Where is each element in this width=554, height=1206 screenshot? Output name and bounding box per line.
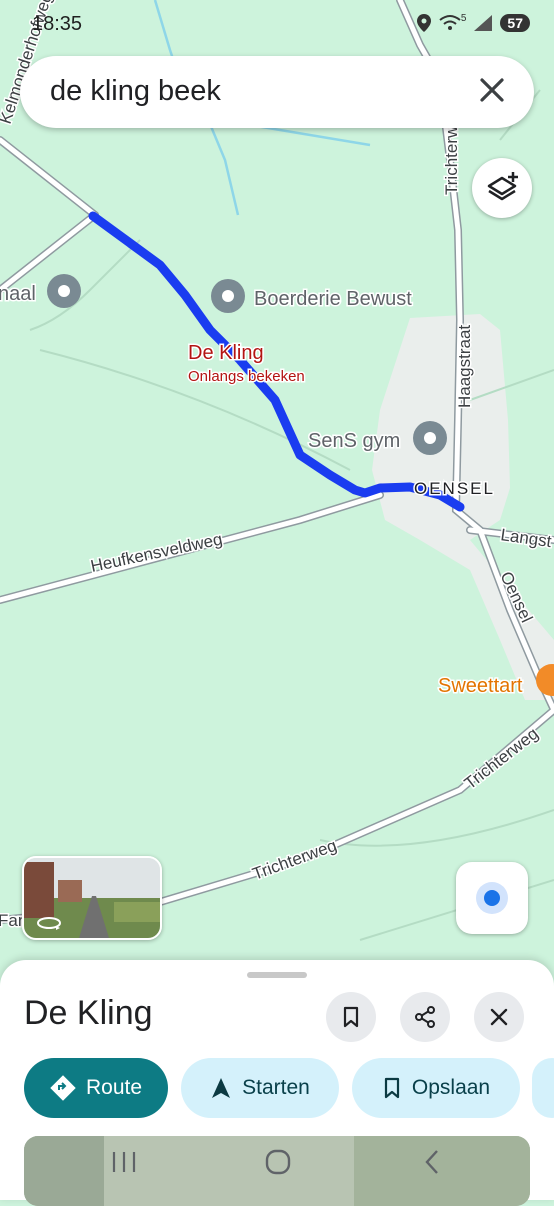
my-location-button[interactable] xyxy=(456,862,528,934)
start-button[interactable]: Starten xyxy=(181,1058,339,1118)
place-title: De Kling xyxy=(24,994,153,1032)
wifi-icon xyxy=(439,15,461,30)
status-icons: 5 57 xyxy=(416,12,530,32)
route-button[interactable]: Route xyxy=(24,1058,168,1118)
route-label: Route xyxy=(85,1076,143,1099)
save-label: Opslaan xyxy=(411,1076,491,1099)
place-label-gym: SenS gym xyxy=(308,430,400,452)
status-time: 18:35 xyxy=(32,13,83,35)
road-label-haagstraat: Haagstraat xyxy=(455,325,474,408)
recents-icon xyxy=(112,1152,136,1172)
place-label-boerderie: Boerderie Bewust xyxy=(254,288,412,310)
save-button[interactable]: Opslaan xyxy=(352,1058,520,1118)
bookmark-icon xyxy=(343,1006,359,1028)
place-label-sweettart: Sweettart xyxy=(438,675,523,697)
sheet-handle[interactable] xyxy=(247,972,307,978)
selected-place-name: De Kling xyxy=(188,342,264,364)
home-button[interactable] xyxy=(248,1142,308,1182)
signal-icon xyxy=(474,15,493,31)
recent-apps-button[interactable] xyxy=(94,1142,154,1182)
layers-button[interactable] xyxy=(472,158,532,218)
network-label: 5 xyxy=(460,12,467,24)
bookmark-button[interactable] xyxy=(326,992,376,1042)
my-location-icon xyxy=(476,882,508,914)
share-icon xyxy=(415,1006,435,1028)
battery-indicator: 57 xyxy=(500,14,530,32)
search-query[interactable]: de kling beek xyxy=(50,75,221,108)
rotate-360-icon xyxy=(37,917,61,930)
close-sheet-button[interactable] xyxy=(474,992,524,1042)
bookmark-icon xyxy=(384,1077,399,1099)
system-nav-bar xyxy=(0,1130,554,1200)
place-label-naal: naal xyxy=(0,283,36,305)
selected-place-subtitle: Onlangs bekeken xyxy=(188,368,305,385)
home-icon xyxy=(265,1149,291,1175)
street-view-thumbnail[interactable] xyxy=(22,856,162,940)
layers-icon xyxy=(487,172,518,201)
status-bar: 18:35 5 57 xyxy=(0,10,554,40)
back-icon xyxy=(425,1150,438,1174)
close-icon xyxy=(490,1008,508,1026)
more-actions-chip[interactable] xyxy=(532,1058,554,1118)
directions-icon xyxy=(50,1075,76,1101)
close-icon[interactable] xyxy=(472,70,512,110)
search-bar[interactable]: de kling beek xyxy=(20,56,534,128)
back-button[interactable] xyxy=(402,1142,462,1182)
navigation-arrow-icon xyxy=(212,1078,231,1098)
place-label-oensel: OENSEL xyxy=(414,479,495,498)
start-label: Starten xyxy=(242,1076,310,1099)
location-icon xyxy=(416,14,431,32)
share-button[interactable] xyxy=(400,992,450,1042)
